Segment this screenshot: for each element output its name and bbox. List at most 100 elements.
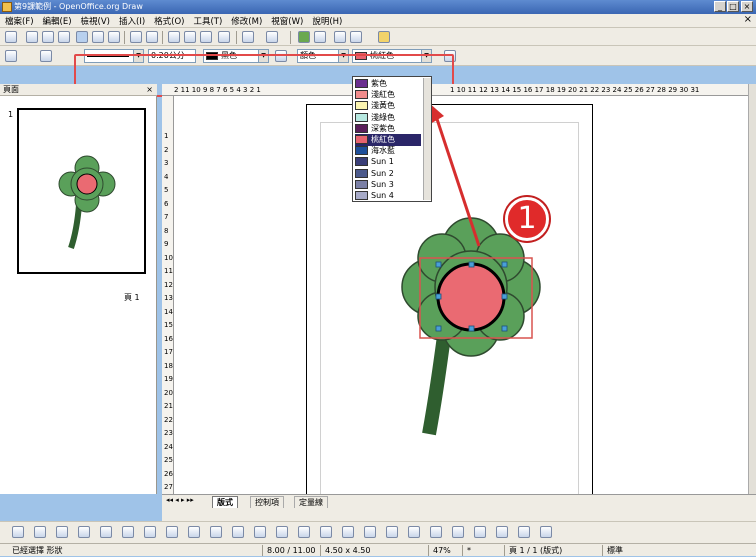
- cut-icon[interactable]: [168, 31, 180, 43]
- edit-file-icon[interactable]: [76, 31, 88, 43]
- flowchart-icon[interactable]: [276, 526, 288, 538]
- rotate-icon[interactable]: [474, 526, 486, 538]
- basic-shapes-icon[interactable]: [210, 526, 222, 538]
- color-option[interactable]: Sun 4: [355, 190, 421, 202]
- color-option[interactable]: Sun 1: [355, 156, 421, 168]
- color-option-label: 淺黃色: [371, 101, 395, 111]
- thumbnail-flower-image: [58, 155, 116, 249]
- export-pdf-icon[interactable]: [92, 31, 104, 43]
- format-paintbrush-icon[interactable]: [218, 31, 230, 43]
- callouts-icon[interactable]: [298, 526, 310, 538]
- minimize-button[interactable]: _: [714, 1, 726, 12]
- menu-modify[interactable]: 修改(M): [226, 14, 266, 27]
- gallery-icon[interactable]: [430, 526, 442, 538]
- menu-view[interactable]: 檢視(V): [76, 14, 114, 27]
- open-folder-icon[interactable]: [26, 31, 38, 43]
- undo-icon[interactable]: [242, 31, 254, 43]
- color-option[interactable]: Sun 2: [355, 168, 421, 180]
- autospell-icon[interactable]: [146, 31, 158, 43]
- connector-icon[interactable]: [144, 526, 156, 538]
- color-list-scrollbar[interactable]: [423, 78, 431, 200]
- menu-help[interactable]: 說明(H): [307, 14, 346, 27]
- align-icon[interactable]: [496, 526, 508, 538]
- color-option[interactable]: 紫色: [355, 78, 421, 90]
- vertical-ruler[interactable]: 1 2 3 4 5 6 7 8 9 10 11 12 13 14 15 16 17 18 19 20 21 22 23 24 2…: [162, 96, 174, 505]
- glue-points-icon[interactable]: [364, 526, 376, 538]
- copy-icon[interactable]: [184, 31, 196, 43]
- menu-window[interactable]: 視窗(W): [266, 14, 307, 27]
- select-icon[interactable]: [12, 526, 24, 538]
- polygon-icon[interactable]: [188, 526, 200, 538]
- maximize-button[interactable]: □: [727, 1, 739, 12]
- paste-icon[interactable]: [200, 31, 212, 43]
- color-option[interactable]: Sun 3: [355, 179, 421, 191]
- line-icon[interactable]: [34, 526, 46, 538]
- status-zoom[interactable]: 47%: [428, 545, 458, 556]
- chart-icon[interactable]: [298, 31, 310, 43]
- color-option[interactable]: 淺綠色: [355, 112, 421, 124]
- arrow-style-icon[interactable]: [40, 50, 52, 62]
- arrange-icon[interactable]: [518, 526, 530, 538]
- ellipse-icon[interactable]: [100, 526, 112, 538]
- close-button[interactable]: ×: [741, 1, 753, 12]
- block-arrows-icon[interactable]: [254, 526, 266, 538]
- area-color-list[interactable]: 紫色 淺紅色 淺黃色 淺綠色 深紫色 桃紅色 海水藍 Sun 1 Sun 2 Sun 3 Sun 4: [352, 76, 432, 202]
- flower-stem[interactable]: [422, 335, 451, 436]
- menu-insert[interactable]: 插入(I): [114, 14, 149, 27]
- email-icon[interactable]: [58, 31, 70, 43]
- menu-tools[interactable]: 工具(T): [188, 14, 226, 27]
- ruler-tick-label: 2: [164, 145, 169, 154]
- extrusion-icon[interactable]: [452, 526, 464, 538]
- vertical-scrollbar[interactable]: [748, 84, 756, 494]
- symbol-shapes-icon[interactable]: [232, 526, 244, 538]
- color-option[interactable]: 深紫色: [355, 123, 421, 135]
- menu-file[interactable]: 檔案(F): [0, 14, 38, 27]
- horizontal-ruler[interactable]: 2 11 10 9 8 7 6 5 4 3 2 1 1 10 11 12 13 …: [162, 84, 756, 96]
- document-close-icon[interactable]: ×: [744, 14, 752, 25]
- horizontal-scrollbar[interactable]: [162, 508, 756, 521]
- ruler-tick-label: 9: [164, 240, 169, 248]
- status-bar: 已經選擇 形狀 8.00 / 11.00 4.50 x 4.50 47% * 頁…: [0, 543, 756, 556]
- color-option[interactable]: 淺紅色: [355, 89, 421, 101]
- menu-format[interactable]: 格式(O): [149, 14, 188, 27]
- window-title: 第9課範例 - OpenOffice.org Draw: [14, 2, 143, 11]
- color-option[interactable]: 桃紅色: [355, 134, 421, 146]
- ruler-tick-label: 24: [164, 442, 173, 451]
- arrow-line-icon[interactable]: [56, 526, 68, 538]
- close-icon[interactable]: ×: [146, 84, 153, 96]
- navigator-icon[interactable]: [314, 31, 326, 43]
- text-icon[interactable]: [122, 526, 134, 538]
- from-file-icon[interactable]: [408, 526, 420, 538]
- ruler-tick-label: 11: [164, 267, 173, 275]
- spellcheck-icon[interactable]: [130, 31, 142, 43]
- help-icon[interactable]: [378, 31, 390, 43]
- color-option[interactable]: 海水藍: [355, 145, 421, 157]
- stars-icon[interactable]: [320, 526, 332, 538]
- points-icon[interactable]: [342, 526, 354, 538]
- line-style-icon[interactable]: [5, 50, 17, 62]
- status-size: 4.50 x 4.50: [320, 545, 420, 556]
- menu-edit[interactable]: 編輯(E): [38, 14, 76, 27]
- save-icon[interactable]: [42, 31, 54, 43]
- redo-icon[interactable]: [266, 31, 278, 43]
- gallery-icon[interactable]: [334, 31, 346, 43]
- page-thumbnail[interactable]: [17, 108, 146, 274]
- color-option-label: 海水藍: [371, 146, 395, 156]
- flower-center-selected[interactable]: [436, 262, 506, 332]
- new-document-icon[interactable]: [5, 31, 17, 43]
- ruler-tick-label: 14: [164, 307, 173, 316]
- color-option-label: 淺綠色: [371, 112, 395, 122]
- ruler-tick-label: 21: [164, 402, 173, 410]
- fontwork-icon[interactable]: [386, 526, 398, 538]
- curve-icon[interactable]: [166, 526, 178, 538]
- tab-scroll-icons[interactable]: ◂◂ ◂ ▸ ▸▸: [166, 496, 194, 504]
- print-icon[interactable]: [108, 31, 120, 43]
- group-icon[interactable]: [540, 526, 552, 538]
- color-swatch: [355, 123, 368, 133]
- rectangle-icon[interactable]: [78, 526, 90, 538]
- zoom-icon[interactable]: [350, 31, 362, 43]
- flower-drawing[interactable]: [174, 96, 748, 494]
- drawing-canvas[interactable]: [174, 96, 748, 496]
- color-option[interactable]: 淺黃色: [355, 100, 421, 112]
- color-swatch: [355, 112, 368, 122]
